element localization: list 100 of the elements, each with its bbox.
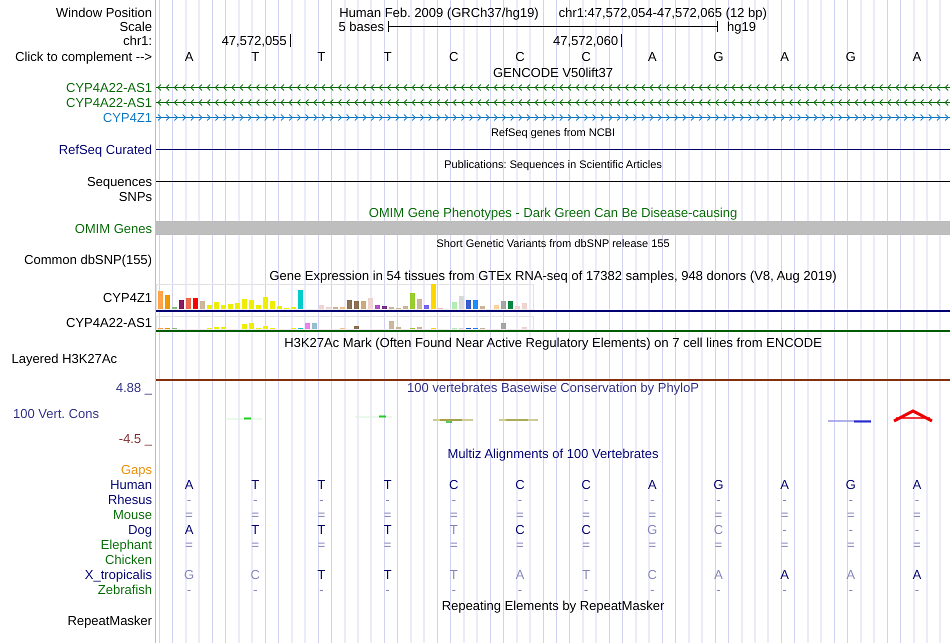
alignment-base: = — [450, 507, 458, 522]
window-position-label: Window Position — [56, 5, 152, 20]
expression-bar — [256, 305, 261, 309]
track-label[interactable]: CYP4A22-AS1 — [66, 314, 152, 330]
sequence-base: T — [251, 49, 260, 64]
alignment-base: T — [251, 522, 260, 537]
alignment-base: G — [846, 477, 856, 492]
sequence-base: T — [384, 49, 392, 64]
alignment-base: - — [914, 492, 920, 507]
expression-bar — [179, 300, 184, 309]
track-label[interactable]: RepeatMasker — [67, 613, 152, 628]
expression-bar — [354, 301, 359, 309]
alignment-base: A — [184, 477, 194, 492]
expression-bar — [249, 323, 254, 329]
sequence-base: A — [648, 49, 657, 64]
track-label[interactable]: Rhesus — [108, 492, 152, 507]
track-title: Repeating Elements by RepeatMasker — [442, 598, 664, 612]
expression-bar — [508, 301, 513, 309]
alignment-base: C — [515, 522, 525, 537]
track-label[interactable]: Dog — [128, 522, 152, 537]
alignment-base: A — [516, 567, 524, 582]
alignment-base: - — [848, 582, 853, 597]
scale-bar-label: 5 bases — [338, 20, 385, 33]
conservation-peak — [893, 409, 933, 422]
alignment-base: - — [385, 492, 390, 507]
alignment-base: = — [780, 507, 788, 522]
conservation-segment — [828, 420, 871, 422]
expression-bar — [263, 297, 268, 309]
expression-bar — [494, 305, 499, 309]
track-label[interactable]: Zebrafish — [98, 582, 152, 597]
scale-label: Scale — [119, 19, 152, 34]
alignment-base: - — [650, 582, 654, 597]
alignment-base: A — [184, 522, 194, 537]
track-label[interactable]: Elephant — [100, 537, 152, 552]
complement-link[interactable]: Click to complement --> — [15, 49, 152, 64]
alignment-base: - — [584, 582, 588, 597]
track-label[interactable]: Mouse — [112, 507, 152, 522]
track-title: RefSeq genes from NCBI — [490, 126, 616, 141]
alignment-base: - — [452, 492, 456, 507]
alignment-base: A — [648, 477, 657, 492]
track-label[interactable]: SNPs — [118, 189, 152, 204]
sequence-base: G — [713, 49, 724, 64]
expression-bar — [165, 295, 170, 309]
track-label[interactable]: Common dbSNP(155) — [24, 252, 152, 267]
track-label[interactable]: CYP4A22-AS1 — [66, 80, 152, 95]
track-label[interactable]: Layered H3K27Ac — [11, 352, 117, 365]
track-label[interactable]: Chicken — [105, 552, 152, 567]
expression-bar — [270, 301, 275, 309]
alignment-base: - — [716, 492, 721, 507]
alignment-base: T — [384, 477, 392, 492]
alignment-base: = — [648, 537, 656, 552]
alignment-base: - — [518, 582, 522, 597]
alignment-base: - — [253, 492, 258, 507]
track-title: 100 vertebrates Basewise Conservation by PhyloP — [407, 381, 699, 395]
alignment-base: - — [782, 492, 787, 507]
track-label[interactable]: CYP4Z1 — [102, 290, 152, 305]
expression-bar — [382, 306, 387, 309]
track-label[interactable]: RefSeq Curated — [58, 142, 152, 157]
alignment-base: = — [516, 537, 524, 552]
alignment-base: - — [319, 582, 324, 597]
sequence-base: G — [846, 49, 856, 64]
expression-bar — [501, 301, 506, 309]
track-title: Gene Expression in 54 tissues from GTEx RNA-seq of 17382 samples, 948 donors (V8, Aug 2019) — [269, 268, 837, 282]
expression-bar — [515, 306, 520, 309]
alignment-base: = — [185, 507, 193, 522]
alignment-base: - — [319, 492, 324, 507]
expression-bar — [263, 326, 268, 329]
sequence-base: C — [449, 49, 458, 64]
alignment-base: A — [912, 477, 922, 492]
expression-bar — [410, 293, 415, 309]
alignment-base: = — [913, 537, 921, 552]
track-label[interactable]: 100 Vert. Cons — [13, 406, 99, 420]
ruler-coordinate: 47,572,055 — [222, 34, 291, 47]
track-title: Short Genetic Variants from dbSNP release 155 — [436, 236, 670, 252]
track-label[interactable]: CYP4Z1 — [102, 110, 152, 125]
alignment-base: - — [848, 492, 853, 507]
track-label[interactable]: CYP4A22-AS1 — [66, 95, 152, 110]
expression-bar — [193, 298, 198, 309]
expression-bar — [522, 303, 527, 309]
expression-bar — [277, 306, 282, 309]
expression-bar — [424, 305, 429, 309]
assembly-name: Human Feb. 2009 (GRCh37/hg19) — [339, 5, 539, 20]
sequence-base: T — [317, 49, 326, 64]
track-label[interactable]: Sequences — [86, 174, 152, 189]
alignment-base: A — [912, 567, 922, 582]
track-label[interactable]: X_tropicalis — [84, 567, 152, 582]
expression-bar — [200, 301, 205, 309]
alignment-base: = — [185, 537, 193, 552]
alignment-base: A — [780, 567, 789, 582]
alignment-base: T — [384, 522, 392, 537]
alignment-base: = — [648, 507, 656, 522]
expression-bar — [228, 304, 233, 309]
track-label[interactable]: Human — [110, 477, 152, 492]
track-title: Publications: Sequences in Scientific Articles — [444, 158, 662, 173]
alignment-base: A — [714, 567, 723, 582]
expression-bar — [186, 298, 191, 309]
expression-bar — [312, 323, 317, 329]
axis-max-label: 4.88 _ — [116, 381, 152, 394]
track-label[interactable]: OMIM Genes — [74, 221, 152, 236]
track-title: Multiz Alignments of 100 Vertebrates — [447, 446, 658, 461]
